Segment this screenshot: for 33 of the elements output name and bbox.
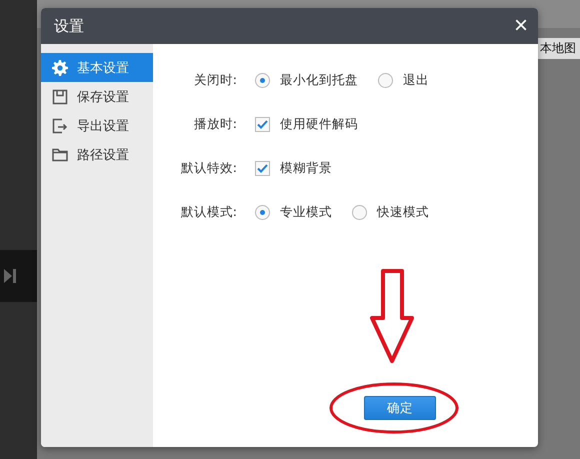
save-icon	[52, 88, 68, 104]
sidebar-label: 保存设置	[77, 88, 129, 106]
sidebar-label: 路径设置	[77, 146, 129, 164]
radio-button[interactable]	[352, 204, 367, 220]
sidebar-label: 导出设置	[77, 118, 129, 134]
option-label: 模糊背景	[280, 160, 332, 176]
checkbox[interactable]	[255, 116, 270, 132]
sidebar-item[interactable]: 保存设置	[41, 82, 153, 111]
sidebar-item[interactable]: 路径设置	[41, 140, 153, 169]
side-label: 本地图	[538, 38, 580, 59]
radio-button[interactable]	[255, 204, 270, 220]
option-label: 快速模式	[377, 204, 429, 220]
gear-icon	[52, 60, 68, 76]
dialog-title: 设置	[54, 16, 84, 36]
skip-icon[interactable]	[4, 269, 16, 283]
option-label: 退出	[403, 72, 429, 88]
folder-icon	[52, 146, 68, 162]
export-icon	[52, 118, 68, 134]
sidebar-item[interactable]: 基本设置	[41, 53, 153, 82]
option-label: 专业模式	[280, 204, 332, 220]
setting-label: 关闭时:	[192, 72, 237, 88]
radio-button[interactable]	[378, 72, 393, 88]
setting-label: 播放时:	[192, 116, 237, 132]
sidebar-label: 基本设置	[77, 60, 129, 76]
radio-button[interactable]	[255, 72, 270, 88]
option-label: 使用硬件解码	[280, 116, 358, 132]
sidebar-item[interactable]: 导出设置	[41, 111, 153, 140]
setting-label: 默认特效:	[180, 160, 237, 176]
close-button[interactable]: ×	[514, 14, 528, 38]
option-label: 最小化到托盘	[280, 72, 358, 88]
checkbox[interactable]	[255, 160, 270, 176]
setting-label: 默认模式:	[180, 204, 237, 220]
ok-button[interactable]: 确定	[364, 396, 436, 420]
